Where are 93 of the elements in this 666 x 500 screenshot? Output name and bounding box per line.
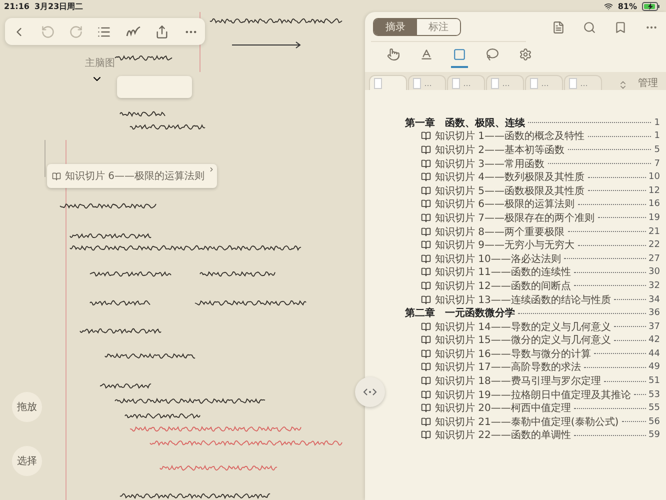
section-title[interactable]: 知识切片 17——高阶导数的求法 xyxy=(435,360,581,374)
mode-tab[interactable]: 摘录 xyxy=(374,19,417,35)
section-title[interactable]: 知识切片 16——导数与微分的计算 xyxy=(435,346,591,361)
book-icon xyxy=(421,172,431,182)
status-date: 3月23日周二 xyxy=(34,0,84,12)
book-icon xyxy=(421,158,431,169)
book-icon xyxy=(421,267,431,278)
page-number: 22 xyxy=(648,240,660,250)
book-icon xyxy=(421,322,431,332)
section-title[interactable]: 知识切片 15——微分的定义与几何意义 xyxy=(435,333,611,348)
book-icon xyxy=(421,144,431,155)
section-title[interactable]: 知识切片 18——费马引理与罗尔定理 xyxy=(435,374,601,388)
section-title[interactable]: 知识切片 1——函数的概念及特性 xyxy=(435,129,585,144)
chevron-right-icon xyxy=(208,166,215,173)
section-title[interactable]: 知识切片 21——泰勒中值定理(泰勒公式) xyxy=(435,414,619,429)
section-title[interactable]: 知识切片 11——函数的连续性 xyxy=(435,265,571,280)
section-title[interactable]: 知识切片 19——拉格朗日中值定理及其推论 xyxy=(435,388,631,402)
page-number: 12 xyxy=(648,186,660,196)
page-number: 51 xyxy=(648,376,660,386)
book-icon xyxy=(421,240,431,250)
book-icon xyxy=(421,335,431,346)
section-title[interactable]: 知识切片 8——两个重要极限 xyxy=(435,224,565,239)
book-icon xyxy=(52,172,61,180)
page-number: 56 xyxy=(648,416,660,427)
book-icon xyxy=(421,186,431,196)
page-number: 32 xyxy=(648,280,660,291)
rectangle-select-icon[interactable] xyxy=(451,48,468,68)
page-number: 1 xyxy=(654,118,660,128)
battery-percent: 81% xyxy=(618,2,637,10)
section-title[interactable]: 知识切片 2——基本初等函数 xyxy=(435,142,565,157)
page-number: 49 xyxy=(648,362,660,372)
document-tab[interactable]: … xyxy=(486,75,524,90)
page-number: 37 xyxy=(648,322,660,332)
book-icon xyxy=(421,376,431,386)
book-icon xyxy=(421,294,431,305)
section-title[interactable]: 知识切片 12——函数的间断点 xyxy=(435,278,571,293)
search-icon[interactable] xyxy=(583,20,596,34)
book-icon xyxy=(421,403,431,414)
document-tab[interactable]: … xyxy=(525,75,563,90)
chapter-title[interactable]: 第二章 一元函数微分学 xyxy=(405,306,515,320)
page-number: 44 xyxy=(648,348,660,359)
section-title[interactable]: 知识切片 4——数列极限及其性质 xyxy=(435,170,585,184)
book-icon xyxy=(421,280,431,291)
book-icon xyxy=(421,416,431,427)
book-icon xyxy=(421,254,431,264)
book-icon xyxy=(421,199,431,210)
page-number: 30 xyxy=(648,267,660,278)
page-number: 5 xyxy=(654,144,660,155)
section-title[interactable]: 知识切片 20——柯西中值定理 xyxy=(435,401,571,416)
left-right-arrows-icon xyxy=(363,388,377,396)
section-title[interactable]: 知识切片 14——导数的定义与几何意义 xyxy=(435,320,611,334)
book-icon xyxy=(421,131,431,142)
page-number: 27 xyxy=(648,254,660,264)
page-number: 36 xyxy=(648,308,660,318)
document-tab[interactable]: … xyxy=(408,75,446,90)
section-title[interactable]: 知识切片 10——洛必达法则 xyxy=(435,252,561,266)
section-title[interactable]: 知识切片 9——无穷小与无穷大 xyxy=(435,238,575,252)
page-number: 1 xyxy=(654,131,660,142)
book-icon xyxy=(421,430,431,440)
book-icon xyxy=(421,362,431,372)
page-number: 53 xyxy=(648,390,660,400)
section-title[interactable]: 知识切片 5——函数极限及其性质 xyxy=(435,184,585,198)
page-number: 42 xyxy=(648,335,660,346)
section-title[interactable]: 知识切片 13——连续函数的结论与性质 xyxy=(435,292,611,307)
chapter-title[interactable]: 第一章 函数、极限、连续 xyxy=(405,116,525,130)
page-number: 19 xyxy=(648,212,660,223)
bookmark-icon[interactable] xyxy=(614,20,627,34)
drag-button[interactable]: 拖放 xyxy=(12,392,42,422)
sort-icon[interactable] xyxy=(618,80,628,90)
section-title[interactable]: 知识切片 7——极限存在的两个准则 xyxy=(435,210,595,225)
page-number: 10 xyxy=(648,172,660,182)
section-title[interactable]: 知识切片 22——函数的单调性 xyxy=(435,428,571,442)
document-tab[interactable]: … xyxy=(447,75,485,90)
manage-button[interactable]: 管理 xyxy=(638,76,658,90)
resize-handle[interactable] xyxy=(355,377,385,407)
book-icon xyxy=(421,212,431,223)
document-icon[interactable] xyxy=(552,20,565,34)
status-time: 21:16 xyxy=(4,2,30,10)
page-number: 16 xyxy=(648,199,660,210)
page-number: 34 xyxy=(648,294,660,305)
wifi-icon xyxy=(604,2,613,10)
page-number: 21 xyxy=(648,226,660,237)
document-tab[interactable]: … xyxy=(564,75,602,90)
section-title[interactable]: 知识切片 6——极限的运算法则 xyxy=(435,197,575,212)
link-card[interactable]: 知识切片 6——极限的运算法则 xyxy=(47,164,217,188)
book-icon xyxy=(421,226,431,237)
book-icon xyxy=(421,390,431,400)
page-number: 59 xyxy=(648,430,660,440)
page-number: 55 xyxy=(648,403,660,414)
select-button[interactable]: 选择 xyxy=(12,446,42,476)
section-title[interactable]: 知识切片 3——常用函数 xyxy=(435,156,545,171)
book-icon xyxy=(421,348,431,359)
page-number: 7 xyxy=(654,158,660,169)
